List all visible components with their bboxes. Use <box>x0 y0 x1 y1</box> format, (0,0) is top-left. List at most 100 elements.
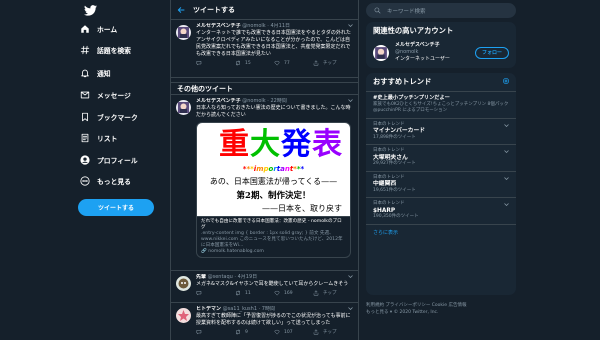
retweet-icon <box>236 60 240 66</box>
nav-bookmarks[interactable]: ブックマーク <box>80 109 138 125</box>
nav-bookmarks-label: ブックマーク <box>97 114 138 122</box>
reply-button[interactable] <box>196 290 235 296</box>
media-line-2: 第2期、制作決定！ <box>236 191 311 201</box>
footer: 利用規約 プライバシーポリシー Cookie 広告情報 もっと見る ▾ © 20… <box>366 302 516 316</box>
tweet-author-name[interactable]: ヒトデマン <box>196 306 221 312</box>
like-button[interactable]: 77 <box>274 60 313 66</box>
nav-messages[interactable]: メッセージ <box>80 87 131 103</box>
like-count: 169 <box>284 290 293 296</box>
media-headline-char: 表 <box>312 127 343 162</box>
avatar[interactable] <box>176 25 191 40</box>
media-line-1: あの、日本国憲法が帰ってくる—— <box>209 177 338 186</box>
account-bio: インターネットユーザー <box>395 56 450 62</box>
media-subheadline-char: * <box>300 165 305 173</box>
search-input[interactable]: キーワード検索 <box>366 3 516 18</box>
nav-profile[interactable]: プロフィール <box>80 152 138 168</box>
retweet-button[interactable]: 9 <box>235 329 274 335</box>
link-card[interactable]: だれでも自由に改憲できる日本国憲法：改憲の歴史 - nomolkのブログ .en… <box>196 217 351 258</box>
avatar[interactable] <box>373 44 389 61</box>
like-button[interactable]: 169 <box>274 290 313 296</box>
avatar-illustration-icon <box>375 46 387 59</box>
tweet-text: インターネットで誰でも改憲できる日本国憲法をやるとタダの外れたアンサイクロペディ… <box>196 30 351 57</box>
reply-button[interactable] <box>196 329 235 335</box>
retweet-button[interactable]: 11 <box>235 290 274 296</box>
account-handle: @nomolk <box>395 49 419 55</box>
tweet-author-name[interactable]: メルセデスベンチ子 <box>196 23 241 29</box>
related-accounts-title: 関連性の高いアカウント <box>373 26 454 35</box>
back-arrow-icon[interactable] <box>177 6 185 14</box>
tip-label: チップ <box>323 291 337 296</box>
tweet-item[interactable]: ヒトデマン @sa11_kush1 · 7時間 最高すぎて教師陣に「予習復習が捗… <box>171 303 358 340</box>
chevron-down-icon[interactable] <box>504 123 509 127</box>
trend-meta: 17,898件のツイート <box>373 134 416 140</box>
avatar[interactable] <box>176 276 191 291</box>
trends-title: おすすめトレンド <box>366 73 516 92</box>
nav-explore[interactable]: 話題を検索 <box>80 42 131 58</box>
link-card-domain: 🔗 nomolk.hatenablog.com <box>201 249 264 254</box>
tip-label: チップ <box>323 330 337 335</box>
share-button[interactable]: チップ <box>313 60 352 66</box>
trend-item[interactable]: 日本のトレンド 大塚明夫さん 29,927件のツイート <box>366 145 516 172</box>
account-row[interactable]: メルセデスベンチ子 @nomolk インターネットユーザー フォロー <box>366 37 516 68</box>
footer-links[interactable]: 利用規約 プライバシーポリシー Cookie 広告情報 <box>366 302 516 309</box>
chevron-down-icon[interactable] <box>348 24 353 27</box>
tweet-text: 日本人なら知っておきたい憲法の歴史について書きました。こんな時だから読んでくださ… <box>196 105 351 118</box>
list-icon <box>81 133 89 143</box>
nav-lists[interactable]: リスト <box>80 130 117 146</box>
search-placeholder: キーワード検索 <box>387 8 426 15</box>
tweet-item[interactable]: 先輩 @sentaqu · 4月19日 メガネ&マスク&イヤホンで耳を酷使してい… <box>171 271 358 303</box>
tweet-media-image[interactable]: 重大発表 ***important*** あの、日本国憲法が帰ってくる—— 第2… <box>196 122 351 217</box>
like-count: 77 <box>284 60 290 66</box>
trend-item[interactable]: 日本のトレンド マイナンバーカード 17,898件のツイート <box>366 119 516 145</box>
trend-item[interactable]: #史上最小プッチンプリンだよー 家族でも0K2ひとくちサイズ!ちょこっとプッチン… <box>366 92 516 119</box>
tweet-author-handle: @sentaqu · 4月19日 <box>207 274 258 280</box>
nav-home[interactable]: ホーム <box>80 21 117 37</box>
avatar-illustration-icon <box>178 27 189 38</box>
nav-more-label: もっと見る <box>97 178 131 186</box>
tweet-author-name[interactable]: メルセデスベンチ子 <box>196 98 241 104</box>
chevron-down-icon[interactable] <box>504 176 509 180</box>
chevron-down-icon[interactable] <box>504 150 509 153</box>
footer-copyright: もっと見る ▾ © 2020 Twitter, Inc. <box>366 310 439 315</box>
tweet-author-name[interactable]: 先輩 <box>196 274 206 280</box>
chevron-down-icon[interactable] <box>504 203 509 206</box>
avatar[interactable] <box>176 308 191 323</box>
avatar[interactable] <box>176 100 191 115</box>
tweet-item[interactable]: メルセデスベンチ子 @nomolk · 4月11日 インターネットで誰でも改憲で… <box>171 20 358 78</box>
trend-item[interactable]: 日本のトレンド $HARP 190,350件のツイート <box>366 198 516 225</box>
like-button[interactable]: 107 <box>274 329 313 335</box>
trend-item[interactable]: 日本のトレンド 中継関西 19,651件のツイート <box>366 172 516 198</box>
nav-more[interactable]: もっと見る <box>80 173 131 189</box>
share-button[interactable]: チップ <box>313 329 352 335</box>
media-headline-char: 大 <box>250 127 281 162</box>
reply-button[interactable] <box>196 60 235 66</box>
share-button[interactable]: チップ <box>313 290 352 296</box>
retweet-icon <box>236 290 240 296</box>
tweet-author-handle: @nomolk · 22時間 <box>242 98 287 104</box>
link-card-title: だれでも自由に改憲できる日本国憲法：改憲の歴史 - nomolkのブログ <box>201 219 342 230</box>
follow-button[interactable]: フォロー <box>475 46 509 59</box>
twitter-logo-icon[interactable] <box>84 5 97 16</box>
bell-icon <box>81 69 89 78</box>
show-more-link[interactable]: さらに表示 <box>366 225 516 240</box>
chevron-down-icon[interactable] <box>348 307 353 310</box>
chevron-down-icon[interactable] <box>348 275 353 278</box>
link-card-description: .entry-content img { border : 1px solid … <box>201 231 343 248</box>
nav-notifications[interactable]: 通知 <box>80 65 111 81</box>
main-header: ツイートする <box>171 0 358 20</box>
tweet-button[interactable]: ツイートする <box>78 199 154 216</box>
media-headline: 重大発表 <box>219 128 343 162</box>
tweet-item[interactable]: メルセデスベンチ子 @nomolk · 22時間 日本人なら知っておきたい憲法の… <box>171 95 358 271</box>
share-icon <box>313 329 319 335</box>
heart-icon <box>274 60 280 66</box>
hashtag-icon <box>80 45 90 55</box>
retweet-button[interactable]: 15 <box>235 60 274 66</box>
media-line-3: ——日本を、取り戻す <box>262 204 342 213</box>
tweet-meta: メルセデスベンチ子 @nomolk · 22時間 <box>196 98 353 105</box>
heart-icon <box>274 290 280 296</box>
tweet-actions: 15 77 チップ <box>196 58 353 68</box>
chevron-down-icon[interactable] <box>348 99 353 102</box>
account-name[interactable]: メルセデスベンチ子 <box>395 42 450 49</box>
share-icon <box>313 290 319 296</box>
gear-icon[interactable] <box>502 77 510 85</box>
